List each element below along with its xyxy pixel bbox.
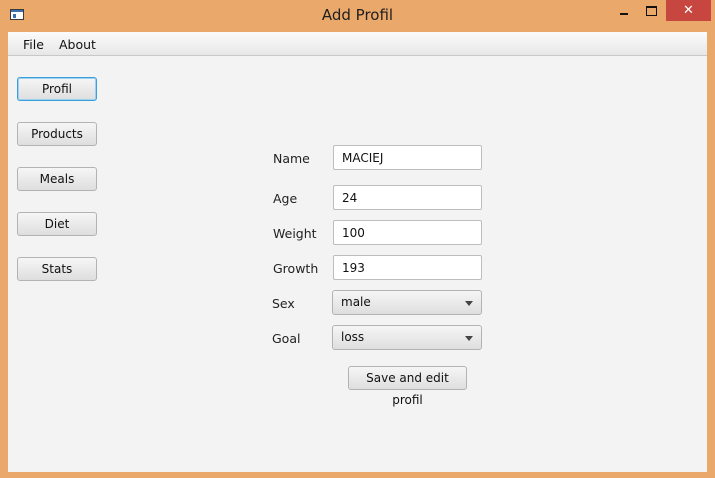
menu-about[interactable]: About xyxy=(59,37,96,52)
name-field[interactable] xyxy=(333,145,482,170)
menu-bar: File About xyxy=(8,32,707,56)
nav-stats-button[interactable]: Stats xyxy=(17,257,97,281)
age-label: Age xyxy=(273,191,298,206)
nav-products-button[interactable]: Products xyxy=(17,122,97,146)
growth-label: Growth xyxy=(273,261,319,276)
maximize-icon[interactable] xyxy=(639,0,663,21)
sex-select-value: male xyxy=(341,295,371,309)
minimize-icon[interactable] xyxy=(612,0,636,21)
nav-meals-button[interactable]: Meals xyxy=(17,167,97,191)
goal-select[interactable]: loss xyxy=(332,325,482,350)
window-content: File About Profil Products Meals Diet St… xyxy=(8,32,707,472)
save-and-edit-profil-button[interactable]: Save and edit profil xyxy=(348,366,467,407)
title-bar[interactable]: Add Profil ✕ xyxy=(0,0,715,32)
growth-field[interactable] xyxy=(333,255,482,280)
age-field[interactable] xyxy=(333,185,482,210)
goal-label: Goal xyxy=(272,331,301,346)
chevron-down-icon xyxy=(465,336,473,341)
close-icon[interactable]: ✕ xyxy=(666,0,711,21)
weight-label: Weight xyxy=(273,226,317,241)
sex-select[interactable]: male xyxy=(332,290,482,315)
goal-select-value: loss xyxy=(341,330,365,344)
window-title: Add Profil xyxy=(321,6,394,24)
chevron-down-icon xyxy=(465,301,473,306)
nav-profil-button[interactable]: Profil xyxy=(17,77,97,101)
menu-file[interactable]: File xyxy=(23,37,44,52)
name-label: Name xyxy=(273,151,310,166)
sex-label: Sex xyxy=(272,296,295,311)
weight-field[interactable] xyxy=(333,220,482,245)
nav-diet-button[interactable]: Diet xyxy=(17,212,97,236)
